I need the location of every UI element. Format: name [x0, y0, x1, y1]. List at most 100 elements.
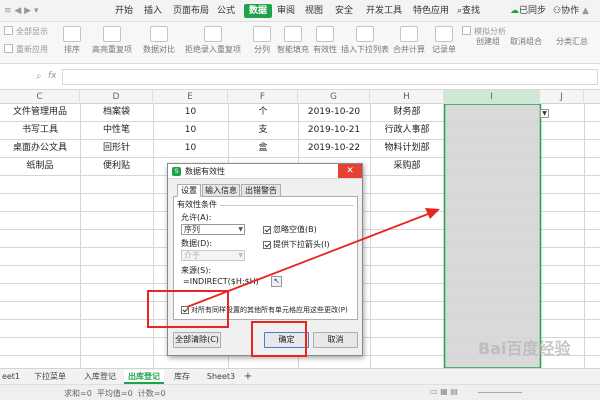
cell-d1[interactable]: 档案袋: [80, 104, 153, 120]
criteria-divider: [220, 205, 354, 206]
add-sheet-button[interactable]: +: [242, 370, 254, 384]
cell-g1[interactable]: 2019-10-20: [298, 104, 370, 120]
sheet-tab-outbound[interactable]: 出库登记: [124, 370, 164, 384]
column-header-g[interactable]: G: [298, 90, 370, 104]
cell-h3[interactable]: 物料计划部: [370, 140, 444, 156]
cell-e3[interactable]: 10: [153, 140, 228, 156]
zoom-slider[interactable]: [478, 392, 522, 393]
view-buttons[interactable]: ▭ ▦ ▤: [430, 387, 458, 396]
cell-d4[interactable]: 便利贴: [80, 158, 153, 174]
column-header-h[interactable]: H: [370, 90, 444, 104]
menu-view[interactable]: 视图: [305, 4, 323, 18]
smart-fill-button[interactable]: 智能填充: [276, 24, 310, 62]
subtotal-button[interactable]: 分类汇总: [548, 36, 596, 62]
split-icon: [253, 26, 271, 42]
validation-criteria-label: 有效性条件: [177, 200, 217, 209]
allow-select[interactable]: 序列 ▼: [181, 224, 245, 235]
ignore-blank-label: 忽略空值(B): [273, 225, 317, 234]
cell-f1[interactable]: 个: [228, 104, 298, 120]
sheet-tab-inbound[interactable]: 入库登记: [78, 370, 122, 384]
menu-data[interactable]: 数据: [244, 4, 273, 18]
column-header-d[interactable]: D: [80, 90, 153, 104]
menu-security[interactable]: 安全: [335, 4, 353, 18]
cloud-icon: ☁: [510, 6, 519, 16]
ribbon-toolbar: 全部显示 重新应用 排序 高亮重复项 数据对比 拒绝录入重复项 分列 智能填充 …: [0, 22, 600, 64]
cell-h4[interactable]: 采购部: [370, 158, 444, 174]
cell-h2[interactable]: 行政人事部: [370, 122, 444, 138]
menu-review[interactable]: 审阅: [277, 4, 295, 18]
formula-input[interactable]: [62, 69, 598, 85]
highlight-icon: [103, 26, 121, 42]
column-header-c[interactable]: C: [0, 90, 80, 104]
baidu-watermark: Bai百度经验: [478, 339, 571, 358]
menu-formula[interactable]: 公式: [217, 4, 235, 18]
cell-dropdown-arrow[interactable]: ▼: [540, 109, 549, 118]
annotation-box-apply-all: [147, 290, 229, 328]
share-button[interactable]: ▲: [582, 4, 589, 18]
column-header-j[interactable]: J: [540, 90, 584, 104]
column-header-e[interactable]: E: [153, 90, 228, 104]
source-input[interactable]: =INDIRECT($H:$H): [183, 277, 269, 287]
cancel-button[interactable]: 取消: [313, 332, 358, 348]
record-form-button[interactable]: 记录单: [428, 24, 460, 62]
window-controls[interactable]: ≡ ◀ ▶ ▾: [4, 4, 38, 18]
cell-d2[interactable]: 中性笔: [80, 122, 153, 138]
formula-bar: ⌕ fx: [0, 64, 600, 90]
reject-duplicates-button[interactable]: 拒绝录入重复项: [180, 24, 246, 62]
data-compare-button[interactable]: 数据对比: [137, 24, 181, 62]
magnifier-icon[interactable]: ⌕: [36, 71, 42, 82]
cell-f2[interactable]: 支: [228, 122, 298, 138]
fx-label[interactable]: fx: [48, 71, 57, 81]
sheet-tab-stock[interactable]: 库存: [168, 370, 196, 384]
column-header-i[interactable]: I: [444, 90, 540, 104]
cell-f3[interactable]: 盒: [228, 140, 298, 156]
cell-c3[interactable]: 桌面办公文具: [0, 140, 80, 156]
dropdown-arrow-checkbox[interactable]: [263, 241, 271, 249]
cell-c1[interactable]: 文件管理用品: [0, 104, 80, 120]
reapply-button[interactable]: 重新应用: [4, 43, 48, 57]
cell-c4[interactable]: 纸制品: [0, 158, 80, 174]
validity-button[interactable]: 有效性: [309, 24, 341, 62]
close-button[interactable]: ✕: [338, 164, 362, 178]
cell-c2[interactable]: 书写工具: [0, 122, 80, 138]
cell-g3[interactable]: 2019-10-22: [298, 140, 370, 156]
menu-dev-tools[interactable]: 开发工具: [366, 4, 402, 18]
tab-settings[interactable]: 设置: [177, 184, 201, 197]
sheet-tab-dropdown-menu[interactable]: 下拉菜单: [28, 370, 72, 384]
column-header-f[interactable]: F: [228, 90, 298, 104]
sheet-tab-1[interactable]: eet1: [0, 370, 22, 384]
menu-page-layout[interactable]: 页面布局: [173, 4, 209, 18]
insert-dropdown-button[interactable]: 插入下拉列表: [340, 24, 390, 62]
menu-features[interactable]: 特色应用: [413, 4, 449, 18]
dialog-titlebar: S 数据有效性 ✕: [168, 164, 362, 179]
ungroup-button[interactable]: 取消组合: [506, 36, 546, 62]
show-all-button[interactable]: 全部显示: [4, 25, 48, 39]
cell-e2[interactable]: 10: [153, 122, 228, 138]
split-column-button[interactable]: 分列: [247, 24, 277, 62]
create-group-button[interactable]: 创建组: [470, 36, 506, 62]
analysis-icon: [462, 26, 471, 35]
cell-e1[interactable]: 10: [153, 104, 228, 120]
clear-all-button[interactable]: 全部清除(C): [173, 332, 221, 348]
dropdown-arrow-label: 提供下拉箭头(I): [273, 240, 330, 249]
consolidate-button[interactable]: 合并计算: [389, 24, 429, 62]
column-headers: C D E F G H I J: [0, 90, 600, 104]
sync-status[interactable]: ☁已同步: [510, 4, 546, 18]
menu-insert[interactable]: 插入: [144, 4, 162, 18]
refresh-icon: [4, 44, 13, 53]
cell-g2[interactable]: 2019-10-21: [298, 122, 370, 138]
dropdown-list-icon: [356, 26, 374, 42]
range-select-icon[interactable]: ↖: [271, 276, 282, 287]
validity-icon: [316, 26, 334, 42]
people-icon: ⚇: [553, 6, 562, 16]
form-icon: [435, 26, 453, 42]
collab-button[interactable]: ⚇协作: [553, 4, 579, 18]
cell-h1[interactable]: 财务部: [370, 104, 444, 120]
search-button[interactable]: ⌕查找: [457, 4, 480, 18]
highlight-duplicates-button[interactable]: 高亮重复项: [86, 24, 138, 62]
sheet-tab-sheet3[interactable]: Sheet3: [204, 370, 238, 384]
ignore-blank-checkbox[interactable]: [263, 226, 271, 234]
cell-d3[interactable]: 回形针: [80, 140, 153, 156]
menu-home[interactable]: 开始: [115, 4, 133, 18]
chevron-down-icon: ▼: [238, 252, 243, 259]
